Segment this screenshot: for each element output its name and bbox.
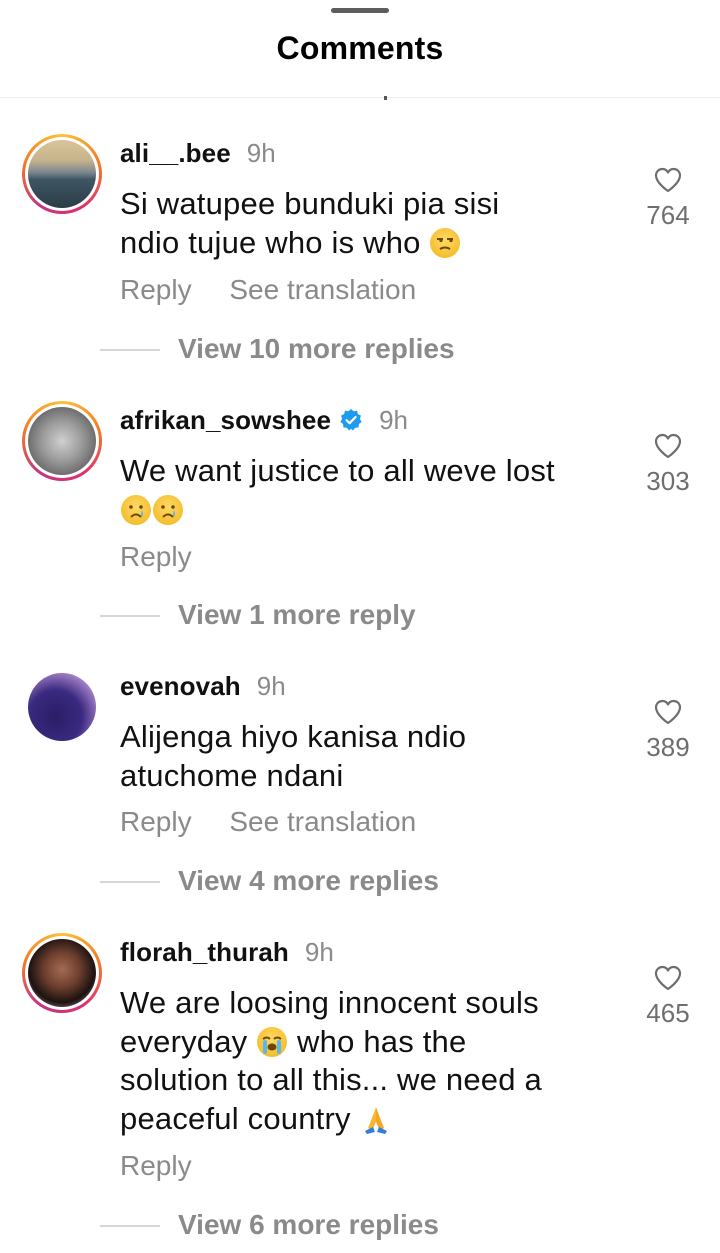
- comment-time: 9h: [379, 405, 408, 435]
- like-count: 465: [646, 998, 690, 1028]
- avatar-story-ring[interactable]: [22, 933, 102, 1013]
- avatar-story-ring[interactable]: [22, 134, 102, 214]
- comment-text: Si watupee bunduki pia sisi ndio tujue w…: [120, 186, 500, 260]
- heart-icon[interactable]: [653, 964, 683, 992]
- avatar: [28, 140, 96, 208]
- view-replies-button[interactable]: View 1 more reply: [178, 599, 416, 631]
- view-replies-row[interactable]: View 4 more replies: [100, 865, 700, 899]
- comment-time: 9h: [246, 138, 276, 168]
- like-control[interactable]: 303: [638, 432, 698, 497]
- view-replies-button[interactable]: View 4 more replies: [178, 865, 439, 897]
- comment-text: We are loosing innocent souls everyday w…: [120, 985, 542, 1136]
- like-control[interactable]: 389: [638, 698, 698, 763]
- comment-time: 9h: [304, 937, 334, 967]
- scroll-indicator: [384, 96, 387, 100]
- verified-badge-icon: [340, 409, 362, 431]
- comment-text: Alijenga hiyo kanisa ndio atuchome ndani: [120, 719, 467, 793]
- like-count: 303: [646, 466, 690, 496]
- avatar-story-ring[interactable]: [22, 401, 102, 481]
- avatar[interactable]: [28, 673, 96, 741]
- view-replies-row[interactable]: View 6 more replies: [100, 1209, 700, 1243]
- comment-text: We want justice to all weve lost: [120, 452, 640, 529]
- replies-divider: [100, 615, 160, 617]
- view-replies-row[interactable]: View 1 more reply: [100, 599, 700, 633]
- like-count: 389: [646, 732, 690, 762]
- unamused-face-emoji: [430, 227, 461, 258]
- view-replies-button[interactable]: View 6 more replies: [178, 1209, 439, 1241]
- like-count: 764: [646, 200, 690, 230]
- replies-divider: [100, 349, 160, 351]
- replies-divider: [100, 881, 160, 883]
- page-title: Comments: [276, 30, 444, 66]
- see-translation-button[interactable]: See translation: [229, 274, 416, 305]
- avatar: [28, 939, 96, 1007]
- avatar: [28, 407, 96, 475]
- username[interactable]: evenovah: [120, 671, 241, 702]
- heart-icon[interactable]: [653, 432, 683, 460]
- username[interactable]: ali__.bee: [120, 138, 231, 169]
- view-replies-row[interactable]: View 10 more replies: [100, 333, 700, 367]
- heart-icon[interactable]: [653, 166, 683, 194]
- like-control[interactable]: 465: [638, 964, 698, 1029]
- loudly-crying-face-emoji: [257, 1026, 288, 1057]
- see-translation-button[interactable]: See translation: [229, 806, 416, 837]
- username[interactable]: florah_thurah: [120, 937, 289, 968]
- view-replies-button[interactable]: View 10 more replies: [178, 333, 455, 365]
- drag-handle[interactable]: [331, 8, 389, 13]
- comments-sheet: Comments ali__.bee 9h Si watupee bunduki…: [0, 0, 720, 1253]
- crying-face-emoji: [121, 494, 151, 525]
- header-divider: [0, 97, 720, 98]
- replies-divider: [100, 1225, 160, 1227]
- reply-button[interactable]: Reply: [120, 806, 192, 837]
- folded-hands-emoji: [361, 1104, 391, 1134]
- reply-button[interactable]: Reply: [120, 274, 192, 305]
- heart-icon[interactable]: [653, 698, 683, 726]
- username[interactable]: afrikan_sowshee: [120, 405, 331, 436]
- reply-button[interactable]: Reply: [120, 541, 192, 572]
- reply-button[interactable]: Reply: [120, 1150, 192, 1181]
- crying-face-emoji: [153, 494, 183, 525]
- comment-time: 9h: [256, 671, 286, 701]
- like-control[interactable]: 764: [638, 166, 698, 231]
